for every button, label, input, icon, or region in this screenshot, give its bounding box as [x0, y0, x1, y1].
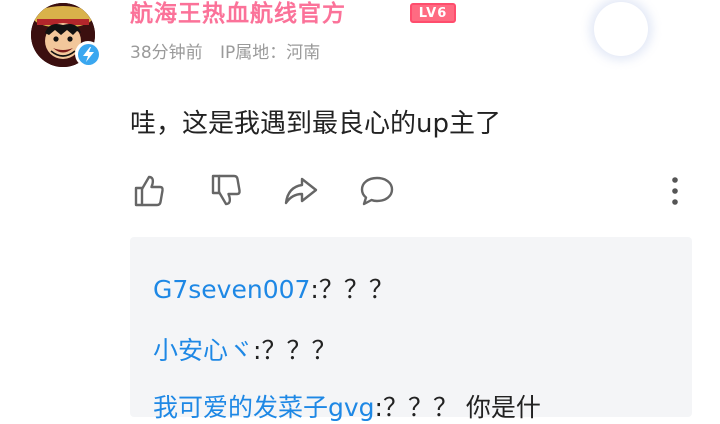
reply-text: :？？？ — [253, 336, 337, 365]
reply-username[interactable]: 小安心ヾ — [153, 336, 253, 365]
reply-list: G7seven007:？？？ 小安心ヾ:？？？ 我可爱的发菜子gvg:？？？ 你… — [130, 237, 692, 422]
level-badge: LV6 — [410, 3, 456, 23]
reply-item[interactable]: 我可爱的发菜子gvg:？？？ 你是什 — [153, 388, 541, 424]
more-vertical-icon[interactable] — [662, 175, 688, 209]
comment-meta: 38分钟前 IP属地：河南 — [130, 38, 320, 63]
reply-text: :？？？ — [310, 275, 394, 304]
reply-username[interactable]: G7seven007 — [153, 275, 310, 304]
floating-circle-button[interactable] — [594, 2, 648, 56]
share-icon[interactable] — [282, 172, 320, 210]
username[interactable]: 航海王热血航线官方 — [130, 0, 346, 28]
comment-icon[interactable] — [358, 172, 396, 210]
reply-text: :？？？ 你是什 — [374, 393, 541, 422]
ip-location: IP属地：河南 — [220, 43, 321, 63]
dislike-icon[interactable] — [207, 172, 245, 210]
verified-badge-icon — [75, 41, 101, 67]
post-time: 38分钟前 — [130, 43, 203, 63]
like-icon[interactable] — [130, 172, 168, 210]
reply-item[interactable]: G7seven007:？？？ — [153, 270, 394, 306]
reply-username[interactable]: 我可爱的发菜子gvg — [153, 393, 375, 422]
comment-text: 哇，这是我遇到最良心的up主了 — [130, 109, 501, 139]
reply-item[interactable]: 小安心ヾ:？？？ — [153, 331, 336, 367]
